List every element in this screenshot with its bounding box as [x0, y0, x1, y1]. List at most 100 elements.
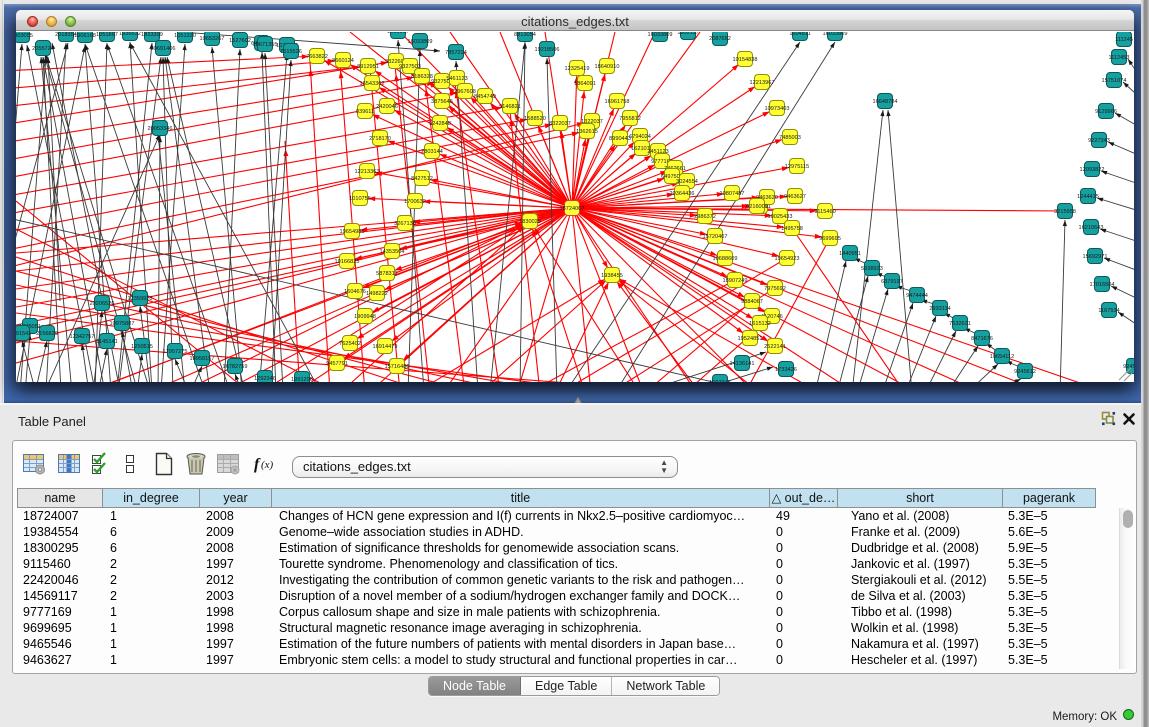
svg-text:1498222: 1498222: [366, 291, 388, 297]
svg-text:2522141: 2522141: [764, 344, 786, 350]
svg-text:1733426: 1733426: [775, 367, 797, 373]
svg-text:9129966: 9129966: [1095, 109, 1117, 115]
svg-text:1906168: 1906168: [74, 33, 96, 39]
svg-text:18907249: 18907249: [723, 278, 748, 284]
svg-text:1700632: 1700632: [404, 199, 426, 205]
svg-text:1823399: 1823399: [141, 32, 163, 38]
svg-text:1145141: 1145141: [96, 339, 117, 345]
svg-text:9227343: 9227343: [1088, 138, 1110, 144]
svg-text:10653267: 10653267: [200, 36, 225, 42]
svg-text:8186328: 8186328: [411, 74, 433, 80]
svg-text:20364436: 20364436: [670, 191, 695, 197]
svg-text:5938923: 5938923: [861, 266, 883, 272]
svg-text:10154838: 10154838: [733, 57, 758, 63]
svg-text:7632621: 7632621: [949, 321, 971, 327]
svg-text:1112453: 1112453: [1109, 55, 1130, 61]
svg-text:7625402: 7625402: [339, 341, 361, 347]
svg-text:10654112: 10654112: [990, 354, 1014, 360]
svg-text:2055724: 2055724: [32, 46, 54, 52]
svg-text:1588520: 1588520: [524, 116, 546, 122]
svg-text:1527602: 1527602: [229, 38, 251, 44]
svg-text:16782759: 16782759: [223, 364, 248, 370]
svg-text:9474444: 9474444: [906, 293, 928, 299]
svg-text:1864091: 1864091: [574, 81, 596, 87]
svg-text:9245012: 9245012: [1123, 364, 1134, 370]
svg-text:10807487: 10807487: [720, 191, 745, 197]
svg-text:6216000: 6216000: [746, 204, 768, 210]
svg-text:16543362: 16543362: [360, 81, 385, 87]
svg-text:19654923: 19654923: [775, 256, 800, 262]
svg-text:1010755: 1010755: [349, 196, 371, 202]
svg-text:1909948: 1909948: [354, 314, 376, 320]
svg-text:1830029: 1830029: [519, 219, 541, 225]
svg-text:20053346: 20053346: [148, 126, 173, 132]
svg-text:15692971: 15692971: [1083, 254, 1108, 260]
svg-text:5878312: 5878312: [376, 271, 398, 277]
svg-text:1244415: 1244415: [1077, 194, 1099, 200]
svg-text:12213967: 12213967: [750, 80, 775, 86]
svg-text:3875645: 3875645: [431, 99, 453, 105]
svg-text:8813054: 8813054: [514, 32, 536, 38]
svg-text:111245: 111245: [1115, 37, 1133, 43]
svg-text:1092345: 1092345: [709, 380, 731, 382]
svg-text:10025433: 10025433: [768, 214, 793, 220]
svg-text:7857224: 7857224: [445, 50, 467, 56]
svg-text:9115460: 9115460: [814, 209, 835, 215]
svg-text:17957275: 17957275: [163, 349, 188, 355]
svg-text:16210643: 16210643: [1079, 225, 1104, 231]
svg-text:8912951: 8912951: [357, 64, 379, 70]
svg-text:16648784: 16648784: [873, 99, 898, 105]
svg-text:2087652: 2087652: [709, 36, 731, 42]
svg-text:7663822: 7663822: [306, 54, 328, 60]
svg-text:16033809: 16033809: [408, 39, 433, 45]
svg-text:(x): (x): [261, 459, 274, 471]
svg-text:19524851: 19524851: [738, 336, 763, 342]
svg-text:3024554: 3024554: [676, 179, 698, 185]
svg-text:8454749: 8454749: [474, 94, 496, 100]
svg-text:18640910: 18640910: [595, 64, 620, 70]
svg-text:12093822: 12093822: [1080, 167, 1105, 173]
svg-text:14136141: 14136141: [730, 361, 755, 367]
svg-text:10688609: 10688609: [713, 256, 738, 262]
svg-text:2933114: 2933114: [929, 306, 950, 312]
svg-text:15751074: 15751074: [1102, 78, 1127, 84]
svg-text:1903055: 1903055: [16, 33, 33, 39]
svg-text:16961758: 16961758: [605, 99, 630, 105]
svg-text:1936532: 1936532: [119, 32, 141, 37]
svg-text:1802117: 1802117: [677, 32, 698, 36]
svg-text:2420046: 2420046: [376, 104, 398, 110]
svg-text:12359928: 12359928: [128, 296, 153, 302]
svg-text:1604676: 1604676: [344, 289, 366, 295]
svg-text:9699695: 9699695: [819, 236, 841, 242]
svg-text:1495758: 1495758: [781, 226, 803, 232]
svg-text:1440951: 1440951: [839, 251, 861, 257]
svg-text:1604811: 1604811: [789, 32, 810, 37]
svg-text:19654985: 19654985: [340, 229, 365, 235]
svg-text:1051320: 1051320: [174, 33, 196, 39]
svg-text:20206526: 20206526: [90, 301, 115, 307]
svg-text:7485003: 7485003: [779, 135, 801, 141]
svg-text:10671355: 10671355: [253, 42, 278, 48]
svg-text:6379197: 6379197: [881, 279, 903, 285]
svg-text:1292346: 1292346: [254, 376, 276, 382]
svg-text:2718170: 2718170: [369, 136, 391, 142]
svg-text:8990443: 8990443: [609, 136, 631, 142]
svg-text:8471676: 8471676: [971, 336, 993, 342]
svg-text:1051867: 1051867: [96, 32, 118, 38]
svg-text:10958157: 10958157: [190, 356, 215, 362]
svg-text:2986372: 2986372: [694, 214, 716, 220]
svg-text:12975115: 12975115: [785, 164, 809, 170]
svg-text:10975887: 10975887: [110, 321, 135, 327]
svg-text:7955812: 7955812: [619, 116, 641, 122]
svg-text:12213363: 12213363: [355, 169, 380, 175]
svg-text:14353504: 14353504: [380, 249, 405, 255]
svg-text:19218506: 19218506: [535, 47, 560, 53]
svg-text:16914479: 16914479: [373, 344, 398, 350]
svg-text:9245612: 9245612: [1014, 369, 1036, 375]
svg-text:16033809: 16033809: [823, 32, 848, 37]
svg-text:6794024: 6794024: [629, 134, 651, 140]
svg-text:7515526: 7515526: [280, 49, 302, 55]
svg-text:19166825: 19166825: [335, 259, 360, 265]
svg-text:3215958: 3215958: [1054, 209, 1076, 215]
svg-text:2803144: 2803144: [421, 149, 443, 155]
